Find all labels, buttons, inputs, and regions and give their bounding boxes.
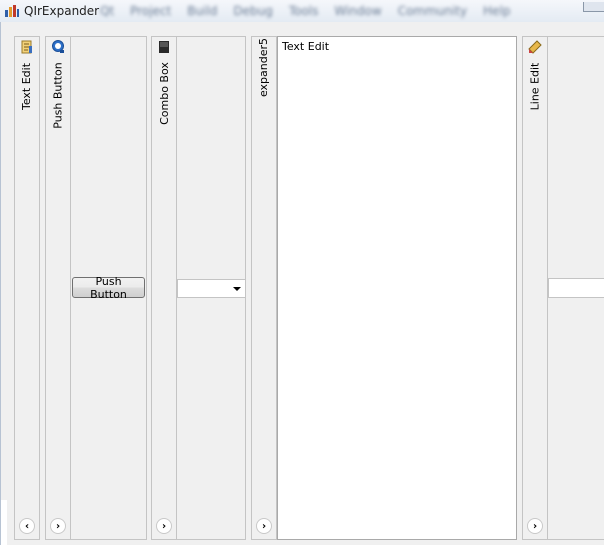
expand-toggle-button[interactable]: › bbox=[50, 518, 66, 534]
expander-label: Push Button bbox=[51, 61, 65, 129]
collapse-toggle-button[interactable]: ‹ bbox=[19, 518, 35, 534]
background-menu-item: Project bbox=[130, 4, 172, 18]
window-bottom-edge bbox=[0, 545, 604, 550]
line-edit-icon bbox=[528, 40, 542, 54]
push-button[interactable]: Push Button bbox=[72, 275, 145, 301]
combo-box-icon bbox=[159, 41, 169, 53]
background-menu-item: Community bbox=[397, 4, 468, 18]
client-edge bbox=[1, 500, 7, 550]
expander-push-button-header[interactable]: Push Button › bbox=[45, 36, 71, 540]
text-edit-icon bbox=[21, 40, 32, 54]
background-menu-item: Debug bbox=[233, 4, 273, 18]
line-edit-field[interactable] bbox=[548, 278, 604, 298]
expander-label: Combo Box bbox=[157, 61, 171, 125]
window-titlebar: QIrExpander Qt Project Build Debug Tools… bbox=[0, 0, 604, 22]
background-menu: Qt Project Build Debug Tools Window Comm… bbox=[100, 0, 511, 22]
background-menu-item: Tools bbox=[288, 4, 319, 18]
expander-text-edit-header[interactable]: Text Edit ‹ bbox=[14, 36, 40, 540]
expander-label: expander5 bbox=[257, 37, 271, 97]
text-edit-area[interactable]: Text Edit bbox=[277, 36, 517, 540]
expand-toggle-button[interactable]: › bbox=[256, 518, 272, 534]
background-menu-item: Help bbox=[483, 4, 511, 18]
expand-toggle-button[interactable]: › bbox=[527, 518, 543, 534]
expander-combo-box-header[interactable]: Combo Box › bbox=[151, 36, 177, 540]
app-icon bbox=[5, 5, 19, 17]
expander-label: Text Edit bbox=[20, 62, 34, 110]
expander-expander5-header[interactable]: expander5 › bbox=[251, 36, 277, 540]
background-menu-item: Window bbox=[334, 4, 382, 18]
push-button-icon bbox=[52, 40, 64, 53]
combo-box[interactable] bbox=[177, 279, 246, 298]
window-close-button[interactable] bbox=[583, 2, 604, 12]
expander-label: Line Edit bbox=[528, 62, 542, 110]
expand-toggle-button[interactable]: › bbox=[156, 518, 172, 534]
dropdown-arrow-icon[interactable] bbox=[233, 287, 241, 291]
expander-line-edit-header[interactable]: Line Edit › bbox=[522, 36, 548, 540]
background-menu-item: Build bbox=[187, 4, 218, 18]
background-menu-item: Qt bbox=[100, 4, 115, 18]
window-title: QIrExpander bbox=[24, 4, 100, 18]
